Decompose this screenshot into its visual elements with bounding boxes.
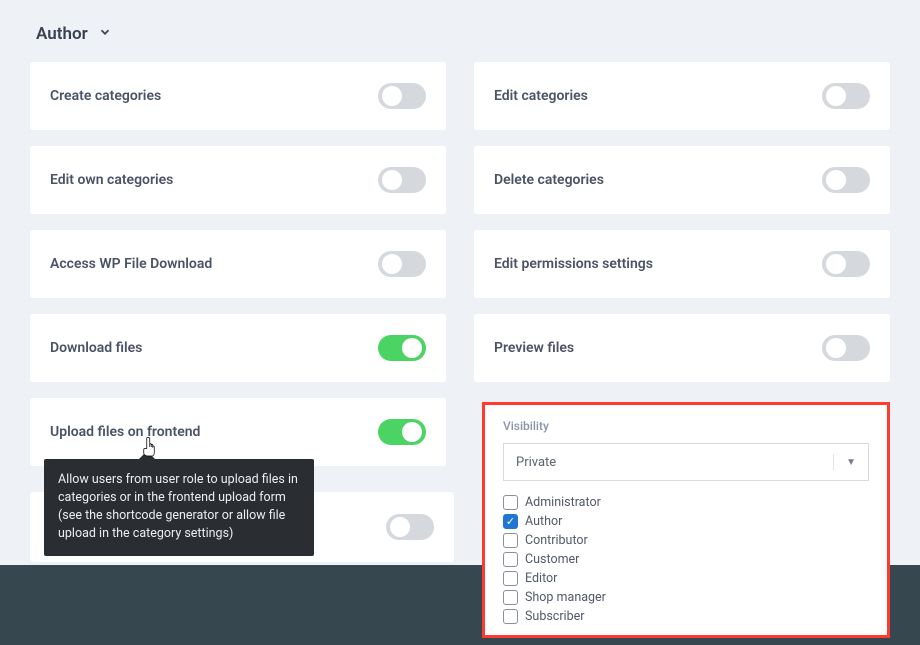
visibility-role-list: Administrator ✓ Author Contributor Custo… — [503, 495, 869, 624]
toggle-download-files[interactable] — [378, 335, 426, 361]
perm-edit-own-categories: Edit own categories — [30, 146, 446, 214]
role-name: Customer — [525, 552, 579, 567]
perm-label: Delete categories — [494, 172, 604, 188]
perm-edit-permissions-settings: Edit permissions settings — [474, 230, 890, 298]
perm-label: Upload files on frontend — [50, 424, 200, 440]
perm-label: Edit permissions settings — [494, 256, 653, 272]
role-item-customer[interactable]: Customer — [503, 552, 869, 567]
perm-label: Edit own categories — [50, 172, 173, 188]
checkbox-contributor[interactable] — [503, 533, 518, 548]
perm-download-files: Download files — [30, 314, 446, 382]
role-name: Subscriber — [525, 609, 585, 624]
checkbox-editor[interactable] — [503, 571, 518, 586]
role-name: Shop manager — [525, 590, 606, 605]
toggle-delete-categories[interactable] — [822, 167, 870, 193]
toggle-edit-categories[interactable] — [822, 83, 870, 109]
role-item-shop-manager[interactable]: Shop manager — [503, 590, 869, 605]
perm-preview-files: Preview files — [474, 314, 890, 382]
role-name: Editor — [525, 571, 557, 586]
visibility-selected-value: Private — [516, 455, 556, 470]
perm-label: Access WP File Download — [50, 256, 212, 272]
visibility-title: Visibility — [503, 419, 869, 433]
perm-edit-categories: Edit categories — [474, 62, 890, 130]
perm-upload-files-frontend: Upload files on frontend — [30, 398, 446, 466]
perm-create-categories: Create categories — [30, 62, 446, 130]
role-item-administrator[interactable]: Administrator — [503, 495, 869, 510]
checkbox-customer[interactable] — [503, 552, 518, 567]
role-dropdown[interactable]: Author — [30, 20, 112, 56]
checkbox-author[interactable]: ✓ — [503, 514, 518, 529]
role-item-contributor[interactable]: Contributor — [503, 533, 869, 548]
role-item-editor[interactable]: Editor — [503, 571, 869, 586]
toggle-create-categories[interactable] — [378, 83, 426, 109]
toggle-partial[interactable] — [386, 514, 434, 540]
perm-label: Download files — [50, 340, 142, 356]
visibility-panel: Visibility Private ▼ Administrator ✓ Aut… — [482, 402, 890, 638]
role-name: Author — [525, 514, 562, 529]
role-name: Administrator — [525, 495, 601, 510]
perm-label: Preview files — [494, 340, 574, 356]
visibility-select[interactable]: Private ▼ — [503, 443, 869, 481]
perm-delete-categories: Delete categories — [474, 146, 890, 214]
perm-label: Edit categories — [494, 88, 588, 104]
checkbox-shop-manager[interactable] — [503, 590, 518, 605]
tooltip-text: Allow users from user role to upload fil… — [58, 472, 298, 541]
perm-access-wp-file-download: Access WP File Download — [30, 230, 446, 298]
toggle-upload-files-frontend[interactable] — [378, 419, 426, 445]
toggle-access-wp-file-download[interactable] — [378, 251, 426, 277]
chevron-down-icon — [98, 25, 112, 43]
tooltip-upload-files: Allow users from user role to upload fil… — [44, 459, 314, 556]
role-dropdown-label: Author — [36, 24, 88, 44]
role-item-author[interactable]: ✓ Author — [503, 514, 869, 529]
toggle-preview-files[interactable] — [822, 335, 870, 361]
role-name: Contributor — [525, 533, 588, 548]
caret-down-icon: ▼ — [833, 454, 856, 470]
checkbox-subscriber[interactable] — [503, 609, 518, 624]
perm-label: Create categories — [50, 88, 161, 104]
toggle-edit-own-categories[interactable] — [378, 167, 426, 193]
toggle-edit-permissions-settings[interactable] — [822, 251, 870, 277]
role-item-subscriber[interactable]: Subscriber — [503, 609, 869, 624]
checkbox-administrator[interactable] — [503, 495, 518, 510]
